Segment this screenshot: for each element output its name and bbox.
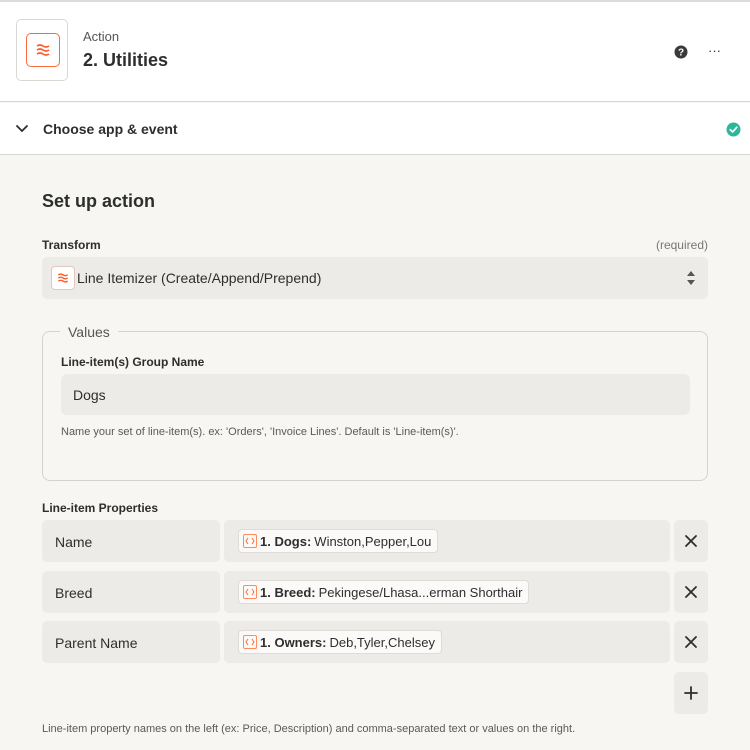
property-key-input[interactable]: Parent Name [42,621,220,663]
close-icon [685,636,697,648]
group-name-label: Line-item(s) Group Name [61,355,205,369]
property-row: Parent Name 1. Owners: Deb,Tyler,Chelsey [42,621,708,663]
property-key-text: Parent Name [55,635,138,651]
mapped-field-pill[interactable]: 1. Owners: Deb,Tyler,Chelsey [238,630,442,654]
group-name-value: Dogs [73,387,106,403]
step-title: 2. Utilities [83,50,169,70]
remove-property-button[interactable] [674,520,708,562]
mapped-field-pill[interactable]: 1. Breed: Pekingese/Lhasa...erman Shorth… [238,580,530,604]
app-icon [16,19,68,81]
step-type-label: Action [83,29,120,44]
transform-label: Transform [42,238,101,252]
check-circle-icon [726,122,741,137]
property-key-input[interactable]: Name [42,520,220,562]
svg-text:?: ? [678,48,684,59]
close-icon [685,586,697,598]
transform-select[interactable]: Line Itemizer (Create/Append/Prepend) [42,257,708,299]
pill-step-label: 1. Owners: [260,634,327,650]
property-key-text: Breed [55,585,93,601]
line-item-properties-label: Line-item Properties [42,501,159,515]
group-name-hint: Name your set of line-item(s). ex: 'Orde… [61,426,459,438]
remove-property-button[interactable] [674,571,708,613]
property-key-input[interactable]: Breed [42,571,220,613]
section-title: Choose app & event [43,121,178,137]
choose-app-event-section[interactable]: Choose app & event [0,103,750,155]
pill-value: Deb,Tyler,Chelsey [329,634,435,650]
pill-step-label: 1. Dogs: [260,533,312,549]
up-down-arrows-icon [686,269,696,287]
utilities-icon [51,266,75,290]
transform-selected-value: Line Itemizer (Create/Append/Prepend) [77,270,322,286]
properties-hint: Line-item property names on the left (ex… [42,723,576,735]
code-icon [243,534,257,548]
pill-value: Pekingese/Lhasa...erman Shorthair [318,584,523,600]
add-property-button[interactable] [674,672,708,714]
utilities-icon [26,33,60,67]
property-row: Breed 1. Breed: Pekingese/Lhasa...erman … [42,571,708,613]
remove-property-button[interactable] [674,621,708,663]
mapped-field-pill[interactable]: 1. Dogs: Winston,Pepper,Lou [238,529,439,553]
pill-value: Winston,Pepper,Lou [314,533,432,549]
property-value-input[interactable]: 1. Breed: Pekingese/Lhasa...erman Shorth… [224,571,670,613]
code-icon [243,585,257,599]
ellipsis-icon[interactable]: ··· [708,44,724,60]
plus-icon [684,686,698,700]
property-value-input[interactable]: 1. Owners: Deb,Tyler,Chelsey [224,621,670,663]
values-legend: Values [60,324,118,340]
close-icon [685,535,697,547]
pill-step-label: 1. Breed: [260,584,316,600]
setup-title: Set up action [42,191,156,211]
required-label: (required) [655,238,708,252]
step-header: Action 2. Utilities ? ··· [0,2,750,102]
group-name-input[interactable]: Dogs [61,374,690,415]
property-row: Name 1. Dogs: Winston,Pepper,Lou [42,520,708,562]
property-value-input[interactable]: 1. Dogs: Winston,Pepper,Lou [224,520,670,562]
chevron-down-icon[interactable] [14,121,30,137]
question-circle-icon[interactable]: ? [674,45,688,59]
property-key-text: Name [55,534,93,550]
code-icon [243,635,257,649]
